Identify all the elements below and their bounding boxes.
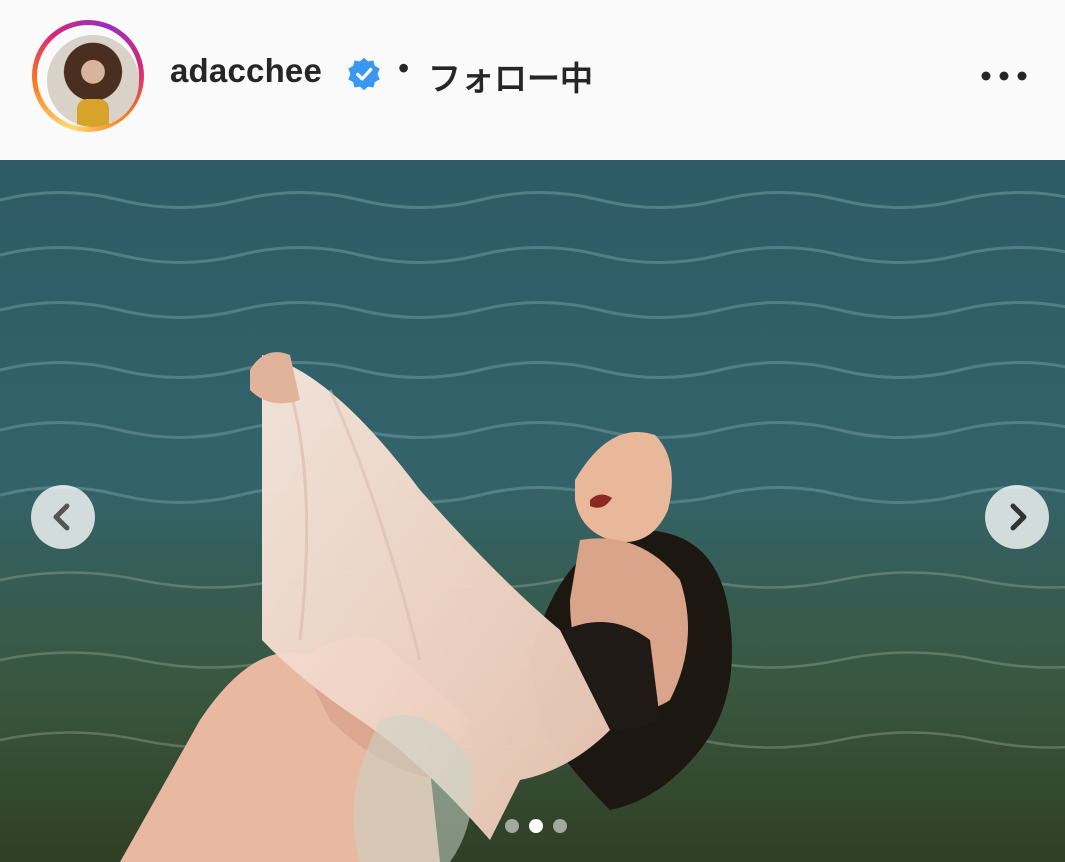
carousel-dot-3[interactable]	[553, 819, 567, 833]
carousel-prev-button[interactable]	[31, 485, 95, 549]
photo-illustration	[0, 160, 1065, 862]
chevron-right-icon	[1010, 503, 1027, 531]
carousel-dot-1[interactable]	[505, 819, 519, 833]
separator-dot: •	[398, 50, 410, 86]
carousel-next-button[interactable]	[985, 485, 1049, 549]
story-ring[interactable]	[32, 20, 144, 132]
post-header: adacchee • フォロー中	[0, 0, 1065, 160]
chevron-left-icon	[53, 503, 70, 531]
post-photo[interactable]	[0, 160, 1065, 862]
carousel-indicator	[505, 818, 567, 834]
verified-badge-icon	[348, 57, 380, 91]
more-options-icon[interactable]	[978, 58, 1030, 94]
username[interactable]: adacchee	[170, 52, 322, 90]
avatar[interactable]	[47, 35, 139, 127]
follow-status-button[interactable]: フォロー中	[428, 52, 593, 100]
carousel-dot-2-active[interactable]	[529, 819, 543, 833]
